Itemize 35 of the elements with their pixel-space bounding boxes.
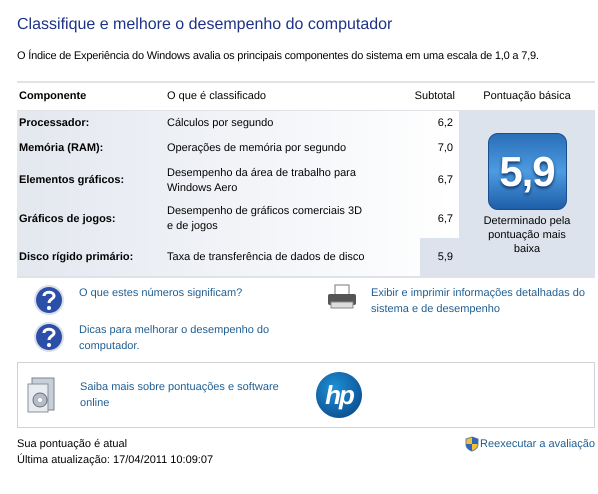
shield-icon	[465, 436, 480, 452]
subtotal-cell-text: 6,7	[436, 212, 454, 227]
rated-metric: Cálculos por segundo	[167, 116, 274, 131]
page-title: Classifique e melhore o desempenho do computador	[17, 15, 394, 35]
rated-metric: Desempenho de gráficos comerciais 3D e de jogos	[167, 204, 364, 234]
component-name: Memória (RAM):	[18, 141, 104, 156]
details-link[interactable]: Exibir e imprimir informações detalhadas do sistema e de desempenho	[371, 284, 595, 317]
score-note: Determinado pela pontuação mais baixa	[482, 214, 572, 256]
subtotal-cell-text: 6,2	[436, 116, 454, 132]
status-text: Sua pontuação é atual	[17, 437, 128, 452]
help-link[interactable]: Dicas para melhorar o desempenho do computador.	[79, 321, 312, 354]
score-badge: 5,9	[488, 133, 566, 210]
subtotal-cell-text: 7,0	[436, 141, 454, 156]
rated-metric: Taxa de transferência de dados de disco	[167, 250, 366, 264]
last-update-text: Última atualização: 17/04/2011 10:09:07	[17, 452, 214, 468]
help-link[interactable]: O que estes números significam?	[79, 284, 242, 301]
subtotal-cell: 5,9	[420, 238, 459, 276]
printer-icon	[326, 284, 358, 310]
column-header: Pontuação básica	[483, 89, 571, 104]
component-name: Elementos gráficos:	[18, 173, 124, 188]
hp-logo: hp	[316, 372, 362, 418]
rated-metric: Desempenho da área de trabalho para Windows Aero	[167, 166, 357, 196]
column-header: Componente	[18, 89, 86, 104]
component-name: Processador:	[18, 116, 90, 132]
description-text: O Índice de Experiência do Windows avalia os principais componentes do sistema em uma escala de 1,0 a 7,9.	[17, 48, 539, 64]
component-name: Disco rígido primário:	[18, 250, 134, 265]
rerun-link[interactable]: Reexecutar a avaliação	[480, 436, 595, 452]
subtotal-cell-text: 6,7	[436, 173, 454, 188]
rated-metric: Operações de memória por segundo	[167, 141, 348, 156]
help-icon	[33, 321, 65, 353]
component-name: Gráficos de jogos:	[18, 212, 116, 227]
column-header: O que é classificado	[167, 89, 266, 104]
help-icon	[33, 284, 65, 316]
promo-link[interactable]: Saiba mais sobre pontuações e software online	[80, 379, 310, 411]
column-header: Subtotal	[414, 89, 456, 104]
